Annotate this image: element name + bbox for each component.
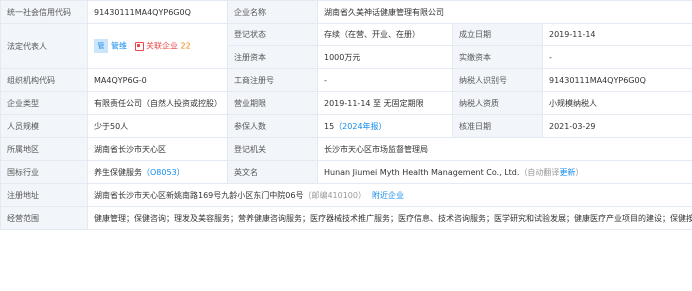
row-industry: 国标行业 养生保健服务（O8053） 英文名 Hunan Jiumei Myth…: [0, 160, 692, 184]
region-value: 湖南省长沙市天心区: [87, 137, 228, 161]
taxpayer-label: 纳税人资质: [452, 91, 543, 115]
related-company-icon: [135, 41, 144, 51]
insured-cell: 15（2024年报）: [317, 114, 453, 138]
auto-translate-close: ）: [575, 167, 584, 177]
related-company-link[interactable]: 关联企业 22: [146, 42, 191, 51]
tax-id-value: 91430111MA4QYP6G0Q: [541, 68, 692, 92]
translate-update-link[interactable]: 更新: [559, 168, 575, 177]
tax-id-label: 纳税人识别号: [452, 68, 543, 92]
credit-code-label: 统一社会信用代码: [0, 0, 88, 24]
english-name-value: Hunan Jiumei Myth Health Management Co.,…: [324, 167, 520, 177]
insured-label: 参保人数: [227, 114, 318, 138]
reg-status-value: 存续（在营、开业、在册）: [317, 23, 453, 46]
business-scope-value: 健康管理；保健咨询；理发及美容服务；营养健康咨询服务；医疗器械技术推广服务；医疗…: [86, 206, 692, 230]
company-name-label: 企业名称: [227, 0, 318, 24]
related-company-label: 关联企业: [146, 41, 178, 51]
capital-label: 注册资本: [227, 45, 318, 69]
taxpayer-value: 小规模纳税人: [541, 91, 692, 115]
auto-translate-note: （自动翻译: [519, 167, 560, 177]
industry-value: 养生保健服务: [94, 167, 142, 177]
legal-rep-avatar: 管: [94, 39, 108, 53]
scope-label: 经营范围: [0, 206, 88, 230]
legal-rep-name-link[interactable]: 管维: [111, 42, 127, 51]
address-cell: 湖南省长沙市天心区新姚南路169号九龄小区东门中院06号（邮编410100） 附近…: [86, 183, 692, 207]
legal-rep-label: 法定代表人: [0, 23, 88, 69]
business-term-value: 2019-11-14 至 无固定期限: [317, 91, 453, 115]
industry-cell: 养生保健服务（O8053）: [87, 160, 228, 184]
org-code-value: MA4QYP6G-0: [87, 68, 228, 92]
row-company-type: 企业类型 有限责任公司（自然人投资或控股） 营业期限 2019-11-14 至 …: [0, 91, 692, 115]
est-date-value: 2019-11-14: [541, 23, 692, 46]
reg-status-label: 登记状态: [227, 23, 318, 46]
region-label: 所属地区: [0, 137, 88, 161]
row-staff: 人员规模 少于50人 参保人数 15（2024年报） 核准日期 2021-03-…: [0, 114, 692, 138]
biz-reg-label: 工商注册号: [227, 68, 318, 92]
industry-code-link[interactable]: （O8053）: [142, 168, 185, 177]
postcode-value: （邮编410100）: [303, 190, 366, 200]
approve-date-label: 核准日期: [452, 114, 543, 138]
credit-code-value: 91430111MA4QYP6G0Q: [87, 0, 228, 24]
annual-report-link[interactable]: （2024年报）: [334, 122, 386, 131]
row-org-code: 组织机构代码 MA4QYP6G-0 工商注册号 - 纳税人识别号 9143011…: [0, 68, 692, 92]
authority-label: 登记机关: [227, 137, 318, 161]
address-value: 湖南省长沙市天心区新姚南路169号九龄小区东门中院06号: [94, 190, 304, 200]
business-term-label: 营业期限: [227, 91, 318, 115]
paid-capital-label: 实缴资本: [452, 45, 543, 69]
paid-capital-value: -: [541, 45, 692, 69]
capital-value: 1000万元: [317, 45, 453, 69]
legal-rep-cell: 管管维 关联企业 22: [87, 23, 228, 69]
address-label: 注册地址: [0, 183, 88, 207]
est-date-label: 成立日期: [452, 23, 543, 46]
authority-value: 长沙市天心区市场监督管理局: [316, 137, 692, 161]
industry-label: 国标行业: [0, 160, 88, 184]
company-type-label: 企业类型: [0, 91, 88, 115]
row-credit-code: 统一社会信用代码 91430111MA4QYP6G0Q 企业名称 湖南省久美神话…: [0, 0, 692, 24]
row-scope: 经营范围 健康管理；保健咨询；理发及美容服务；营养健康咨询服务；医疗器械技术推广…: [0, 206, 692, 230]
nearby-companies-link[interactable]: 附近企业: [372, 191, 404, 200]
company-info-table: 统一社会信用代码 91430111MA4QYP6G0Q 企业名称 湖南省久美神话…: [0, 0, 692, 230]
row-legal-rep: 法定代表人 管管维 关联企业 22 登记状态 存续（在营、开业、在册） 成立日期 …: [0, 23, 692, 69]
org-code-label: 组织机构代码: [0, 68, 88, 92]
biz-reg-value: -: [317, 68, 453, 92]
english-name-label: 英文名: [227, 160, 318, 184]
approve-date-value: 2021-03-29: [541, 114, 692, 138]
related-company-count: 22: [180, 41, 191, 51]
row-region: 所属地区 湖南省长沙市天心区 登记机关 长沙市天心区市场监督管理局: [0, 137, 692, 161]
row-address: 注册地址 湖南省长沙市天心区新姚南路169号九龄小区东门中院06号（邮编4101…: [0, 183, 692, 207]
staff-size-value: 少于50人: [87, 114, 228, 138]
company-name-value: 湖南省久美神话健康管理有限公司: [316, 0, 692, 24]
company-type-value: 有限责任公司（自然人投资或控股）: [87, 91, 228, 115]
insured-count: 15: [324, 121, 335, 131]
staff-size-label: 人员规模: [0, 114, 88, 138]
english-name-cell: Hunan Jiumei Myth Health Management Co.,…: [316, 160, 692, 184]
